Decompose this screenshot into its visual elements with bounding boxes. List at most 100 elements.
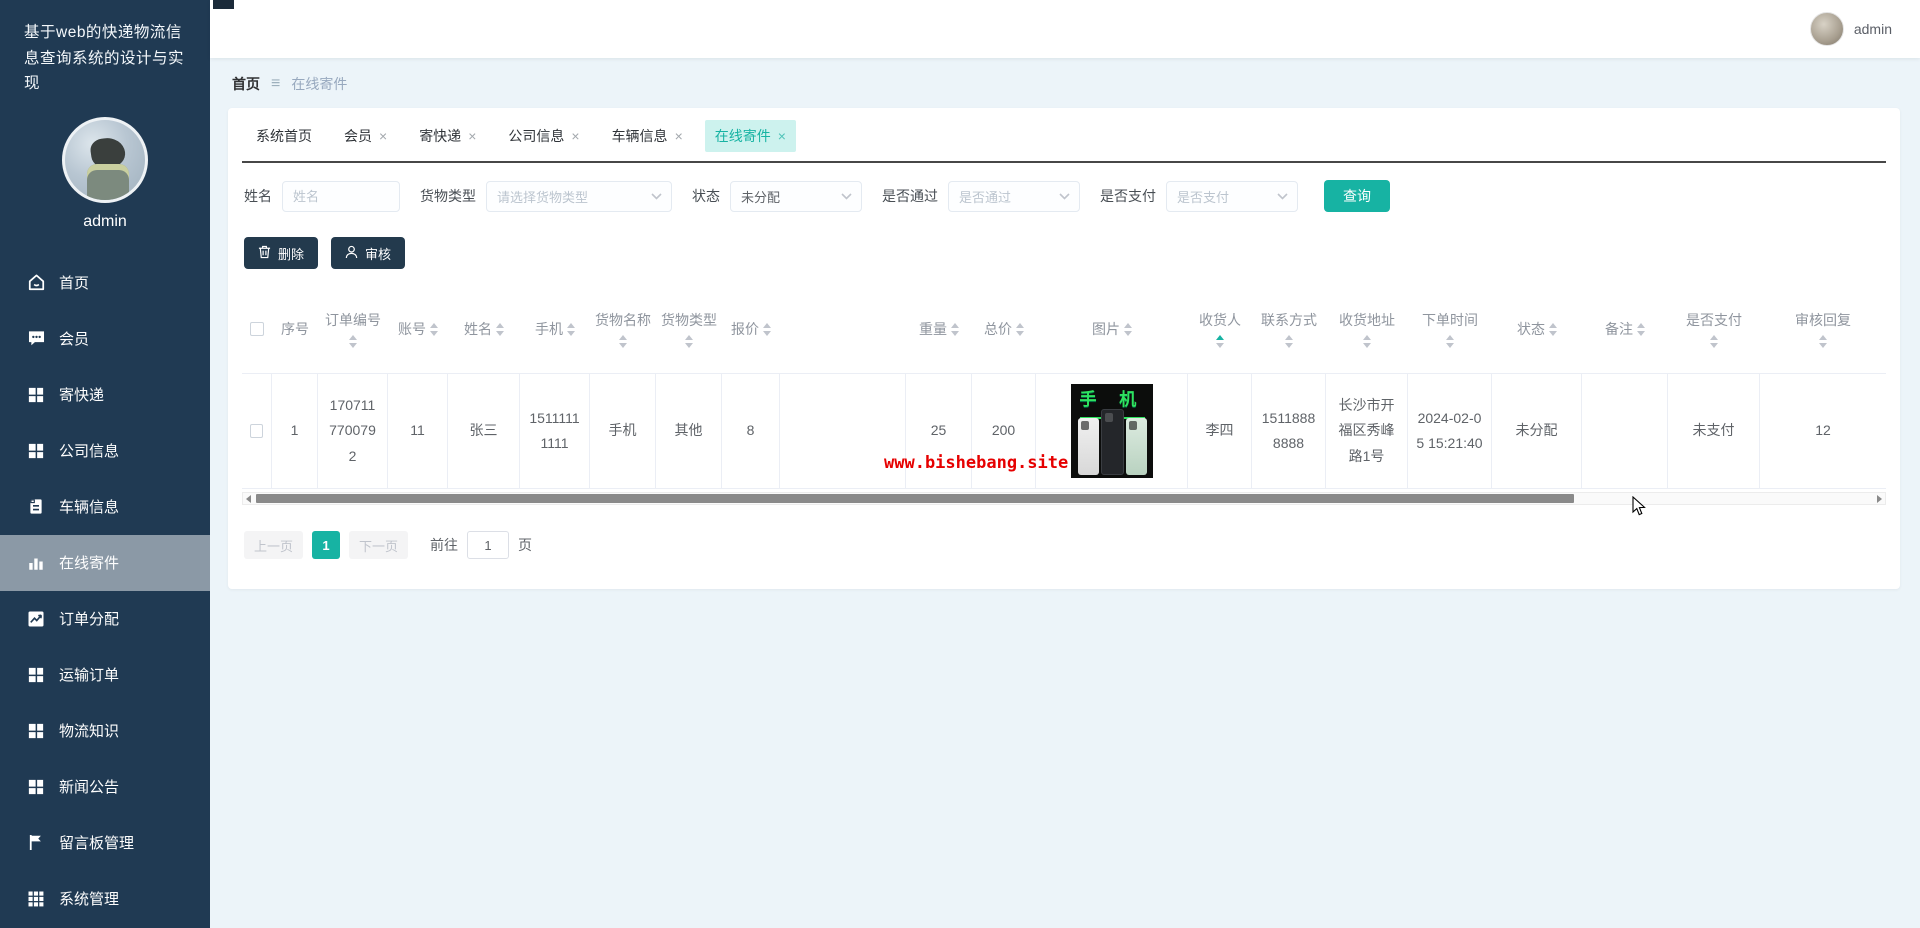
tab-在线寄件[interactable]: 在线寄件 × [704, 120, 796, 152]
sort-caret-icon[interactable] [1446, 335, 1454, 348]
sort-caret-icon[interactable] [1216, 335, 1224, 348]
tab-车辆信息[interactable]: 车辆信息 × [602, 120, 693, 152]
column-header-重量[interactable]: 重量 [906, 285, 972, 373]
app-layout: 基于web的快递物流信息查询系统的设计与实现 admin 首页 会员 寄快递 公司信息… [0, 0, 1920, 928]
cargo-type-select[interactable]: 请选择货物类型 [486, 180, 672, 212]
tab-会员[interactable]: 会员 × [334, 120, 397, 152]
name-filter-input[interactable] [282, 180, 400, 212]
row-checkbox[interactable] [250, 424, 263, 438]
pass-select[interactable]: 是否通过 [948, 180, 1080, 212]
tab-公司信息[interactable]: 公司信息 × [498, 120, 589, 152]
sidebar-item-运输订单[interactable]: 运输订单 [0, 647, 210, 703]
tab-close-icon[interactable]: × [675, 129, 683, 143]
sidebar-item-首页[interactable]: 首页 [0, 255, 210, 311]
sidebar-item-会员[interactable]: 会员 [0, 311, 210, 367]
pass-placeholder: 是否通过 [959, 189, 1012, 205]
column-header-货物名称[interactable]: 货物名称 [590, 285, 656, 373]
column-header-订单编号[interactable]: 订单编号 [318, 285, 388, 373]
column-header-是否支付[interactable]: 是否支付 [1668, 285, 1760, 373]
next-page-button[interactable]: 下一页 [349, 531, 409, 559]
column-header-备注[interactable]: 备注 [1582, 285, 1668, 373]
column-header-图片[interactable]: 图片 [1036, 285, 1188, 373]
tab-close-icon[interactable]: × [379, 129, 387, 143]
sidebar-item-公司信息[interactable]: 公司信息 [0, 423, 210, 479]
sort-caret-icon[interactable] [1637, 322, 1645, 336]
column-header-状态[interactable]: 状态 [1492, 285, 1582, 373]
tab-close-icon[interactable]: × [571, 129, 579, 143]
column-header-账号[interactable]: 账号 [388, 285, 448, 373]
sort-caret-icon[interactable] [685, 335, 693, 348]
chevron-down-icon [651, 192, 662, 200]
sort-caret-icon[interactable] [951, 322, 959, 336]
tab-系统首页[interactable]: 系统首页 [246, 120, 322, 152]
sidebar-item-label: 车辆信息 [59, 499, 120, 517]
line-chart-icon [26, 610, 46, 628]
column-header-收货地址[interactable]: 收货地址 [1326, 285, 1408, 373]
cell-orderNo: 1707117700792 [318, 374, 388, 488]
sidebar-username: admin [83, 212, 127, 230]
sidebar-item-新闻公告[interactable]: 新闻公告 [0, 759, 210, 815]
sort-caret-icon[interactable] [1710, 335, 1718, 348]
select-all-checkbox[interactable] [250, 322, 264, 336]
audit-button[interactable]: 审核 [331, 237, 406, 269]
header-avatar[interactable] [1809, 12, 1844, 46]
breadcrumb-home[interactable]: 首页 [232, 74, 260, 94]
sort-caret-icon[interactable] [1285, 335, 1293, 348]
sidebar-item-在线寄件[interactable]: 在线寄件 [0, 534, 210, 591]
sort-caret-icon[interactable] [1363, 335, 1371, 348]
sort-caret-icon[interactable] [349, 335, 357, 348]
sort-caret-icon[interactable] [619, 335, 627, 348]
name-filter-label: 姓名 [244, 188, 272, 204]
column-header-审核回复[interactable]: 审核回复 [1760, 285, 1886, 373]
column-header-联系方式[interactable]: 联系方式 [1252, 285, 1326, 373]
tab-close-icon[interactable]: × [468, 129, 476, 143]
sidebar-item-系统管理[interactable]: 系统管理 [0, 871, 210, 927]
column-header-姓名[interactable]: 姓名 [448, 285, 520, 373]
sidebar-item-车辆信息[interactable]: 车辆信息 [0, 479, 210, 535]
cell-cargoType: 其他 [656, 374, 722, 488]
sidebar-item-寄快递[interactable]: 寄快递 [0, 367, 210, 423]
cell-orderTime: 2024-02-05 15:21:40 [1408, 374, 1492, 488]
cell-phone: 15111111111 [520, 374, 590, 488]
breadcrumb-current: 在线寄件 [291, 76, 348, 92]
sort-caret-icon[interactable] [1016, 322, 1024, 336]
tab-close-icon[interactable]: × [778, 129, 786, 143]
column-header-报价[interactable]: 报价 [722, 285, 780, 373]
delete-button[interactable]: 删除 [244, 237, 319, 269]
column-header-下单时间[interactable]: 下单时间 [1408, 285, 1492, 373]
cell-index: 1 [272, 374, 318, 488]
tab-寄快递[interactable]: 寄快递 × [409, 120, 486, 152]
column-header-货物类型[interactable]: 货物类型 [656, 285, 722, 373]
column-header-收货人[interactable]: 收货人 [1188, 285, 1252, 373]
column-header-手机[interactable]: 手机 [520, 285, 590, 373]
sidebar-item-订单分配[interactable]: 订单分配 [0, 591, 210, 647]
sort-caret-icon[interactable] [496, 322, 504, 336]
sort-caret-icon[interactable] [567, 322, 575, 336]
column-label: 序号 [281, 321, 309, 337]
sort-caret-icon[interactable] [1819, 335, 1827, 348]
page-number-1[interactable]: 1 [312, 531, 341, 559]
prev-page-button[interactable]: 上一页 [244, 531, 304, 559]
scroll-left-arrow-icon[interactable] [246, 494, 251, 503]
sort-caret-icon[interactable] [1549, 322, 1557, 336]
scrollbar-thumb[interactable] [256, 494, 1574, 503]
status-select[interactable]: 未分配 [730, 180, 862, 212]
horizontal-scrollbar[interactable] [242, 492, 1886, 505]
pay-select[interactable]: 是否支付 [1166, 180, 1298, 212]
sort-caret-icon[interactable] [1124, 322, 1132, 336]
sidebar-item-物流知识[interactable]: 物流知识 [0, 703, 210, 759]
collapse-toggle[interactable] [213, 0, 234, 9]
select-all-header [242, 285, 272, 373]
scroll-right-arrow-icon[interactable] [1877, 494, 1882, 503]
sidebar-item-留言板管理[interactable]: 留言板管理 [0, 815, 210, 871]
pay-filter-label: 是否支付 [1100, 188, 1156, 204]
sort-caret-icon[interactable] [763, 322, 771, 336]
column-header-总价[interactable]: 总价 [972, 285, 1036, 373]
tab-label: 系统首页 [256, 128, 312, 144]
sort-caret-icon[interactable] [430, 322, 438, 336]
cargo-photo[interactable]: 手 机 [1070, 384, 1153, 478]
header-username[interactable]: admin [1854, 21, 1892, 37]
search-button[interactable]: 查询 [1324, 180, 1390, 212]
cell-address: 长沙市开福区秀峰路1号 [1326, 374, 1408, 488]
goto-page-input[interactable] [467, 531, 510, 559]
